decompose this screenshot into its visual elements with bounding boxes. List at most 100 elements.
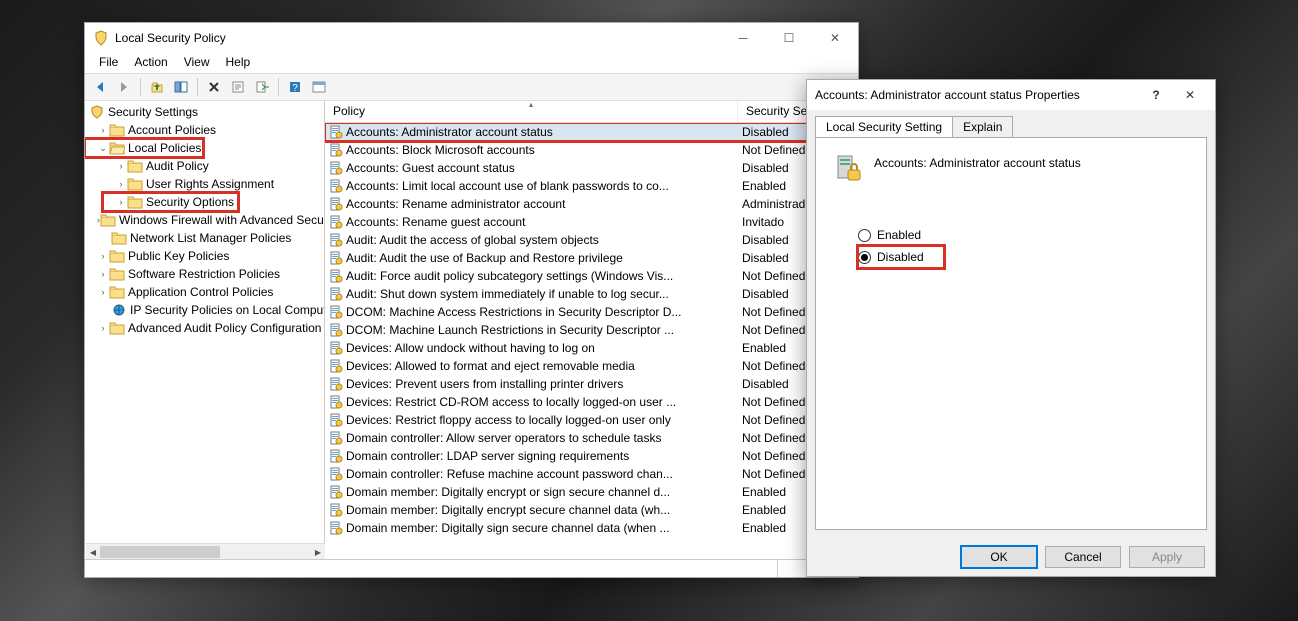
policy-name: Accounts: Rename administrator account	[346, 197, 565, 211]
policy-name: Devices: Restrict floppy access to local…	[346, 413, 671, 427]
policy-row[interactable]: Domain member: Digitally encrypt secure …	[325, 501, 858, 519]
forward-button[interactable]	[113, 76, 135, 98]
chevron-right-icon[interactable]: ›	[97, 269, 109, 279]
tree-item-account-policies[interactable]: › Account Policies	[85, 121, 324, 139]
radio-disabled-label: Disabled	[877, 250, 924, 264]
menu-view[interactable]: View	[176, 53, 218, 73]
tree-item-software-restriction[interactable]: › Software Restriction Policies	[85, 265, 324, 283]
policy-row[interactable]: DCOM: Machine Launch Restrictions in Sec…	[325, 321, 858, 339]
titlebar[interactable]: Local Security Policy ─ ☐ ✕	[85, 23, 858, 53]
policy-cell: Domain controller: Refuse machine accoun…	[325, 467, 738, 481]
policy-row[interactable]: Domain controller: Allow server operator…	[325, 429, 858, 447]
tree-item-label: Advanced Audit Policy Configuration	[128, 321, 321, 335]
chevron-right-icon[interactable]: ›	[115, 161, 127, 171]
view-button[interactable]	[308, 76, 330, 98]
list-header: Policy ▴ Security Setting	[325, 101, 858, 123]
tab-explain[interactable]: Explain	[952, 116, 1013, 137]
radio-icon	[858, 229, 871, 242]
radio-enabled-label: Enabled	[877, 228, 921, 242]
folder-icon	[111, 231, 127, 245]
radio-disabled[interactable]: Disabled	[858, 246, 944, 268]
tree-item-security-options[interactable]: › Security Options	[103, 193, 238, 211]
tree-item-advanced-audit[interactable]: › Advanced Audit Policy Configuration	[85, 319, 324, 337]
close-button[interactable]: ✕	[812, 23, 858, 53]
policy-row[interactable]: Domain controller: Refuse machine accoun…	[325, 465, 858, 483]
policy-cell: Domain controller: Allow server operator…	[325, 431, 738, 445]
tree-pane[interactable]: Security Settings › Account Policies ⌄ L…	[85, 101, 325, 559]
chevron-right-icon[interactable]: ›	[97, 287, 109, 297]
policy-row[interactable]: Devices: Restrict CD-ROM access to local…	[325, 393, 858, 411]
policy-row[interactable]: Devices: Prevent users from installing p…	[325, 375, 858, 393]
back-button[interactable]	[89, 76, 111, 98]
policy-row[interactable]: Accounts: Rename guest accountInvitado	[325, 213, 858, 231]
policy-row[interactable]: Audit: Shut down system immediately if u…	[325, 285, 858, 303]
dialog-close-button[interactable]: ✕	[1173, 80, 1207, 110]
dialog-titlebar[interactable]: Accounts: Administrator account status P…	[807, 80, 1215, 110]
policy-cell: Audit: Force audit policy subcategory se…	[325, 269, 738, 283]
dialog-help-button[interactable]: ?	[1139, 80, 1173, 110]
tree-item-audit-policy[interactable]: › Audit Policy	[85, 157, 324, 175]
tree-item-network-list[interactable]: Network List Manager Policies	[85, 229, 324, 247]
policy-row[interactable]: Audit: Audit the use of Backup and Resto…	[325, 249, 858, 267]
export-button[interactable]	[251, 76, 273, 98]
folder-icon	[109, 267, 125, 281]
policy-name: Accounts: Limit local account use of bla…	[346, 179, 669, 193]
tree-root[interactable]: Security Settings	[85, 103, 324, 121]
tab-local-security-setting[interactable]: Local Security Setting	[815, 116, 953, 137]
policy-row[interactable]: Devices: Allow undock without having to …	[325, 339, 858, 357]
help-button[interactable]: ?	[284, 76, 306, 98]
policy-row[interactable]: DCOM: Machine Access Restrictions in Sec…	[325, 303, 858, 321]
policy-cell: Devices: Prevent users from installing p…	[325, 377, 738, 391]
chevron-right-icon[interactable]: ›	[97, 323, 109, 333]
list-body[interactable]: Accounts: Administrator account statusDi…	[325, 123, 858, 559]
up-button[interactable]	[146, 76, 168, 98]
tree-root-label: Security Settings	[108, 105, 198, 119]
policy-row[interactable]: Accounts: Guest account statusDisabled	[325, 159, 858, 177]
show-hide-tree-button[interactable]	[170, 76, 192, 98]
tree-item-local-policies[interactable]: ⌄ Local Policies	[85, 139, 203, 157]
policy-row[interactable]: Domain member: Digitally encrypt or sign…	[325, 483, 858, 501]
policy-row[interactable]: Audit: Audit the access of global system…	[325, 231, 858, 249]
menu-file[interactable]: File	[91, 53, 126, 73]
chevron-right-icon[interactable]: ›	[115, 197, 127, 207]
radio-enabled[interactable]: Enabled	[858, 224, 1190, 246]
ok-button[interactable]: OK	[961, 546, 1037, 568]
apply-button[interactable]: Apply	[1129, 546, 1205, 568]
cancel-button[interactable]: Cancel	[1045, 546, 1121, 568]
policy-icon	[329, 341, 343, 355]
policy-name: Devices: Allow undock without having to …	[346, 341, 595, 355]
policy-cell: Accounts: Rename guest account	[325, 215, 738, 229]
tree-item-app-control[interactable]: › Application Control Policies	[85, 283, 324, 301]
policy-row[interactable]: Accounts: Limit local account use of bla…	[325, 177, 858, 195]
scroll-right-icon[interactable]: ▶	[311, 544, 325, 559]
policy-row[interactable]: Domain member: Digitally sign secure cha…	[325, 519, 858, 537]
column-header-policy[interactable]: Policy ▴	[325, 101, 738, 122]
chevron-right-icon[interactable]: ›	[97, 251, 109, 261]
maximize-button[interactable]: ☐	[766, 23, 812, 53]
toolbar: ?	[85, 73, 858, 101]
policy-row[interactable]: Audit: Force audit policy subcategory se…	[325, 267, 858, 285]
policy-row[interactable]: Devices: Allowed to format and eject rem…	[325, 357, 858, 375]
tab-strip: Local Security Setting Explain	[807, 110, 1215, 137]
scroll-left-icon[interactable]: ◀	[86, 544, 100, 559]
chevron-right-icon[interactable]: ›	[97, 125, 109, 135]
dialog-heading: Accounts: Administrator account status	[874, 156, 1081, 170]
tree-item-user-rights[interactable]: › User Rights Assignment	[85, 175, 324, 193]
minimize-button[interactable]: ─	[720, 23, 766, 53]
chevron-down-icon[interactable]: ⌄	[97, 143, 109, 154]
menu-action[interactable]: Action	[126, 53, 175, 73]
policy-row[interactable]: Accounts: Block Microsoft accountsNot De…	[325, 141, 858, 159]
tree-horizontal-scrollbar[interactable]: ◀ ▶	[86, 543, 325, 559]
properties-button[interactable]	[227, 76, 249, 98]
policy-row[interactable]: Accounts: Rename administrator accountAd…	[325, 195, 858, 213]
delete-button[interactable]	[203, 76, 225, 98]
policy-row[interactable]: Devices: Restrict floppy access to local…	[325, 411, 858, 429]
tree-item-ipsec[interactable]: IP Security Policies on Local Computer	[85, 301, 324, 319]
policy-row[interactable]: Domain controller: LDAP server signing r…	[325, 447, 858, 465]
tree-item-public-key[interactable]: › Public Key Policies	[85, 247, 324, 265]
chevron-right-icon[interactable]: ›	[115, 179, 127, 189]
tree-item-firewall[interactable]: › Windows Firewall with Advanced Securit…	[85, 211, 324, 229]
policy-row[interactable]: Accounts: Administrator account statusDi…	[325, 123, 858, 141]
scroll-thumb[interactable]	[100, 546, 220, 558]
menu-help[interactable]: Help	[218, 53, 259, 73]
